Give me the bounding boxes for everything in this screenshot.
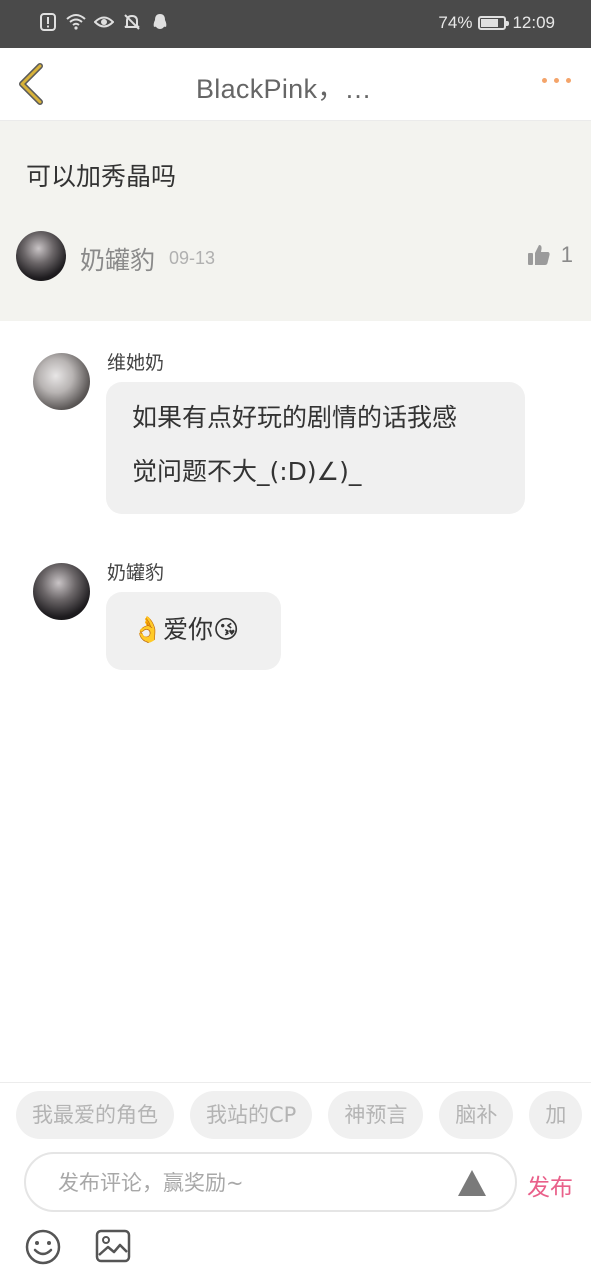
comment-input[interactable]: [56, 1166, 440, 1200]
topic-tags: 我最爱的角色 我站的CP 神预言 脑补 加: [16, 1091, 583, 1139]
reply-author[interactable]: 维她奶: [107, 348, 164, 375]
reply-author[interactable]: 奶罐豹: [107, 558, 164, 585]
qq-penguin-icon: [153, 14, 167, 29]
avatar[interactable]: [33, 353, 90, 410]
status-right: 74% 12:09: [438, 13, 555, 33]
reply-bubble: 如果有点好玩的剧情的话我感 觉问题不大_(:D)∠)_: [106, 382, 525, 514]
topic-tag[interactable]: 加: [529, 1091, 583, 1139]
header: BlackPink，…: [0, 48, 591, 121]
avatar[interactable]: [33, 563, 90, 620]
like-count: 1: [560, 242, 573, 267]
topic-tag[interactable]: 我最爱的角色: [16, 1091, 174, 1139]
status-bar: 74% 12:09: [0, 0, 591, 48]
original-post: 可以加秀晶吗 奶罐豹 09-13 1: [0, 121, 591, 321]
reply-bubble: 👌爱你😘: [106, 592, 281, 670]
chevron-left-icon[interactable]: [14, 62, 50, 106]
emoji-icon[interactable]: [24, 1228, 62, 1266]
eye-icon: [94, 16, 114, 28]
like-button[interactable]: 1: [527, 242, 573, 268]
bottom-bar: 我最爱的角色 我站的CP 神预言 脑补 加 发布: [0, 1082, 591, 1281]
publish-button[interactable]: 发布: [527, 1168, 573, 1202]
battery-percent: 74%: [438, 13, 473, 32]
battery-icon: [478, 16, 510, 30]
bell-off-icon: [124, 14, 140, 30]
avatar[interactable]: [16, 231, 66, 281]
post-author[interactable]: 奶罐豹: [80, 241, 155, 277]
reply-text-line: 如果有点好玩的剧情的话我感: [132, 403, 458, 432]
reply-text-line: 觉问题不大_(:D)∠)_: [132, 457, 362, 486]
thumbs-up-icon: [527, 245, 550, 265]
alert-icon: [40, 13, 56, 31]
more-dots-icon[interactable]: [542, 78, 571, 83]
comment-box: [24, 1152, 517, 1212]
reply-text-line: 👌爱你😘: [132, 615, 240, 644]
topic-tag[interactable]: 脑补: [439, 1091, 514, 1139]
topic-tag[interactable]: 神预言: [328, 1091, 424, 1139]
clock: 12:09: [512, 13, 555, 32]
page-title: BlackPink，…: [196, 74, 372, 104]
triangle-icon[interactable]: [457, 1168, 487, 1198]
topic-tag[interactable]: 我站的CP: [190, 1091, 313, 1139]
status-icons: [38, 12, 170, 32]
post-date: 09-13: [169, 248, 216, 268]
wifi-icon: [66, 14, 86, 30]
post-text: 可以加秀晶吗: [26, 162, 177, 191]
image-icon[interactable]: [95, 1229, 131, 1263]
